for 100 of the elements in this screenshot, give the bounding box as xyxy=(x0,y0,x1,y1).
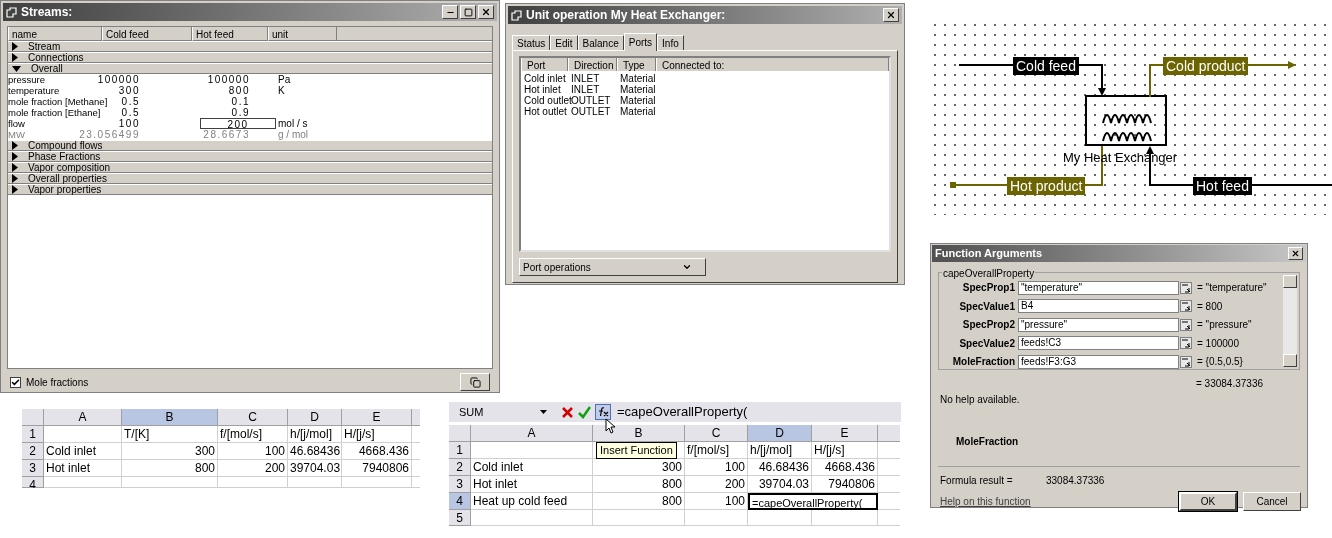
table-cell: 800 xyxy=(122,460,218,477)
checkbox[interactable] xyxy=(10,376,21,388)
property-value: 0.9 xyxy=(231,107,251,118)
argument-field[interactable]: "pressure" xyxy=(1018,317,1179,332)
argument-result: = 100000 xyxy=(1197,336,1239,351)
stream-label[interactable]: Hot feed xyxy=(1193,177,1252,195)
table-cell: 4668.436 xyxy=(342,443,412,460)
column-header[interactable]: A xyxy=(471,425,593,442)
column-header[interactable]: E xyxy=(812,425,878,442)
empty-cell xyxy=(685,510,748,526)
column-header[interactable]: C xyxy=(685,425,748,442)
section-header[interactable]: Compound flows xyxy=(8,140,492,151)
argument-field[interactable]: feeds!C3 xyxy=(1018,336,1179,351)
property-value: 800 xyxy=(228,85,251,96)
close-button[interactable] xyxy=(1288,246,1303,260)
copy-button[interactable] xyxy=(460,373,490,392)
enter-icon[interactable] xyxy=(578,405,591,419)
table-cell-text: Material xyxy=(619,95,656,106)
row-header[interactable]: 2 xyxy=(449,459,471,476)
section-header[interactable]: Phase Fractions xyxy=(8,151,492,162)
table-cell: Heat up cold feed xyxy=(471,493,593,510)
maximize-icon xyxy=(463,7,473,17)
tab[interactable]: Status xyxy=(512,35,551,50)
row-header[interactable]: 1 xyxy=(22,426,44,443)
window-icon xyxy=(511,9,522,21)
row-header[interactable]: 3 xyxy=(449,476,471,493)
table-cell: Cold inlet xyxy=(44,443,122,460)
empty-cell xyxy=(288,477,342,488)
column-header[interactable]: C xyxy=(218,409,288,426)
row-header[interactable]: 2 xyxy=(22,443,44,460)
caret-icon[interactable] xyxy=(540,410,547,414)
column-header[interactable]: D xyxy=(748,425,812,442)
cell-editor[interactable]: =capeOverallProperty( xyxy=(748,493,878,510)
column-header[interactable]: Direction xyxy=(568,58,617,71)
dropdown[interactable]: Port operations xyxy=(519,258,706,276)
stream-label[interactable]: Hot product xyxy=(1007,177,1086,195)
copy-icon xyxy=(469,376,481,388)
column-header[interactable]: D xyxy=(288,409,342,426)
section-header[interactable]: Stream xyxy=(8,41,492,52)
help-link[interactable]: Help on this function xyxy=(940,494,1031,509)
row-header[interactable]: 5 xyxy=(449,510,471,526)
collapse-dialog-icon[interactable] xyxy=(1180,355,1192,368)
heat-exchanger-drawing[interactable] xyxy=(1085,95,1167,146)
window-title: Streams: xyxy=(21,4,73,21)
collapse-dialog-icon[interactable] xyxy=(1180,337,1192,350)
section-header[interactable]: Connections xyxy=(8,52,492,63)
empty-cell xyxy=(812,510,878,526)
row-header[interactable]: 1 xyxy=(449,442,471,459)
column-header[interactable]: A xyxy=(44,409,122,426)
table-cell: f/[mol/s] xyxy=(218,426,288,443)
caret-icon xyxy=(682,262,692,272)
argument-field[interactable]: B4 xyxy=(1018,299,1179,314)
table-cell-text: INLET xyxy=(570,73,601,84)
property-value: 0.5 xyxy=(121,96,141,107)
stream-label[interactable]: Cold feed xyxy=(1013,57,1079,75)
dialog-button[interactable]: OK xyxy=(1179,492,1237,511)
dialog-button[interactable]: Cancel xyxy=(1243,492,1301,511)
minimize-button[interactable] xyxy=(442,5,458,19)
argument-result: = {0.5,0.5} xyxy=(1197,355,1243,370)
maximize-button[interactable] xyxy=(460,5,476,19)
section-header[interactable]: Vapor properties xyxy=(8,184,492,195)
pointer-icon xyxy=(605,418,615,434)
table-cell: 46.68436 xyxy=(748,459,812,476)
tab[interactable]: Edit xyxy=(550,35,578,50)
insert-function-button[interactable] xyxy=(595,404,611,420)
close-button[interactable] xyxy=(883,8,899,22)
tab[interactable]: Ports xyxy=(623,33,658,51)
argument-field[interactable]: "temperature" xyxy=(1018,280,1179,295)
property-value[interactable]: 200 xyxy=(200,118,276,129)
tab[interactable]: Info xyxy=(657,35,684,50)
section-header[interactable]: Vapor composition xyxy=(8,162,492,173)
collapse-dialog-icon[interactable] xyxy=(1180,281,1192,294)
close-button[interactable] xyxy=(478,5,494,19)
close-icon xyxy=(886,10,896,20)
empty-cell xyxy=(748,510,812,526)
tab[interactable]: Balance xyxy=(577,35,624,50)
section-header[interactable]: Overall xyxy=(8,63,492,74)
row-header[interactable]: 3 xyxy=(22,460,44,477)
formula-result-value: 33084.37336 xyxy=(1046,474,1105,488)
stream-label[interactable]: Cold product xyxy=(1163,57,1249,75)
column-header[interactable]: Port xyxy=(521,58,568,71)
column-header[interactable]: B xyxy=(122,409,218,426)
column-header[interactable]: Connected to: xyxy=(656,58,889,71)
collapse-dialog-icon[interactable] xyxy=(1180,300,1192,313)
table-cell: 200 xyxy=(218,460,288,477)
formula-result-label: Formula result = xyxy=(940,474,1014,488)
collapse-dialog-icon[interactable] xyxy=(1180,318,1192,331)
argument-label: SpecValue2 xyxy=(958,336,1016,351)
column-header[interactable]: E xyxy=(342,409,412,426)
column-header[interactable]: Type xyxy=(617,58,656,71)
section-header[interactable]: Overall properties xyxy=(8,173,492,184)
column-header xyxy=(412,409,420,426)
tooltip: Insert Function xyxy=(596,442,677,459)
column-header[interactable]: B xyxy=(593,425,685,442)
cancel-icon[interactable] xyxy=(561,405,574,419)
collapse-icon[interactable] xyxy=(12,65,21,72)
row-header[interactable]: 4 xyxy=(449,493,471,510)
argument-field[interactable]: feeds!F3:G3 xyxy=(1018,354,1179,369)
property-value: 100000 xyxy=(207,74,251,85)
property-value: 300 xyxy=(118,85,141,96)
